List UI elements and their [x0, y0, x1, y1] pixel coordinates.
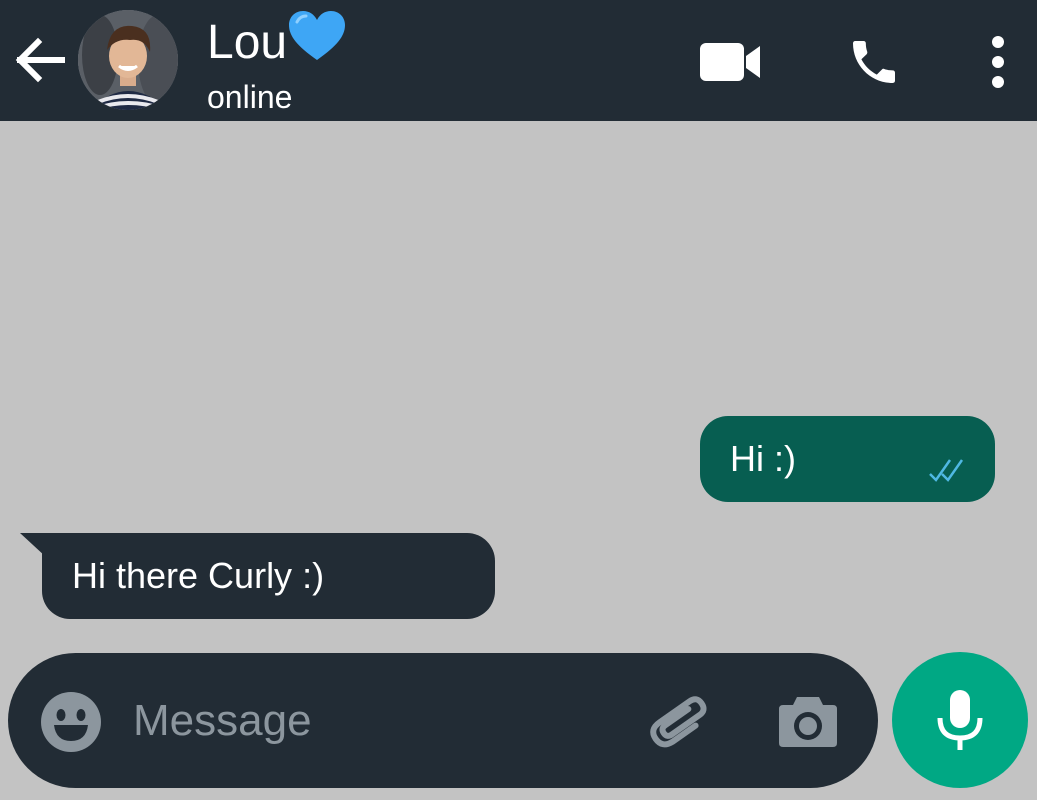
message-composer — [8, 653, 878, 788]
camera-button[interactable] — [777, 693, 839, 749]
more-options-icon — [992, 36, 1004, 88]
message-text: Hi :) — [730, 438, 796, 479]
voice-call-button[interactable] — [845, 34, 903, 90]
back-arrow-icon — [15, 37, 65, 83]
read-receipt-icon — [929, 459, 964, 482]
chat-header: Lou online — [0, 0, 1037, 121]
more-options-button[interactable] — [982, 34, 1014, 90]
phone-icon — [853, 41, 895, 83]
voice-message-button[interactable] — [892, 652, 1028, 788]
outgoing-message[interactable]: Hi :) — [700, 416, 995, 502]
video-call-button[interactable] — [698, 40, 764, 84]
camera-icon — [779, 697, 837, 747]
message-text: Hi there Curly :) — [72, 555, 325, 596]
attach-button[interactable] — [648, 689, 714, 755]
emoji-icon — [41, 692, 101, 752]
microphone-icon — [937, 690, 983, 750]
avatar-photo — [78, 10, 178, 110]
blue-heart-icon — [289, 11, 346, 60]
emoji-button[interactable] — [40, 691, 102, 753]
video-call-icon — [700, 43, 760, 81]
attach-icon — [650, 696, 707, 748]
contact-name[interactable]: Lou — [207, 10, 347, 71]
contact-name-text: Lou — [207, 16, 288, 69]
back-button[interactable] — [12, 34, 68, 86]
message-input[interactable] — [133, 683, 633, 759]
incoming-message[interactable]: Hi there Curly :) — [42, 533, 495, 619]
contact-status: online — [207, 79, 293, 115]
contact-avatar[interactable] — [78, 10, 178, 110]
